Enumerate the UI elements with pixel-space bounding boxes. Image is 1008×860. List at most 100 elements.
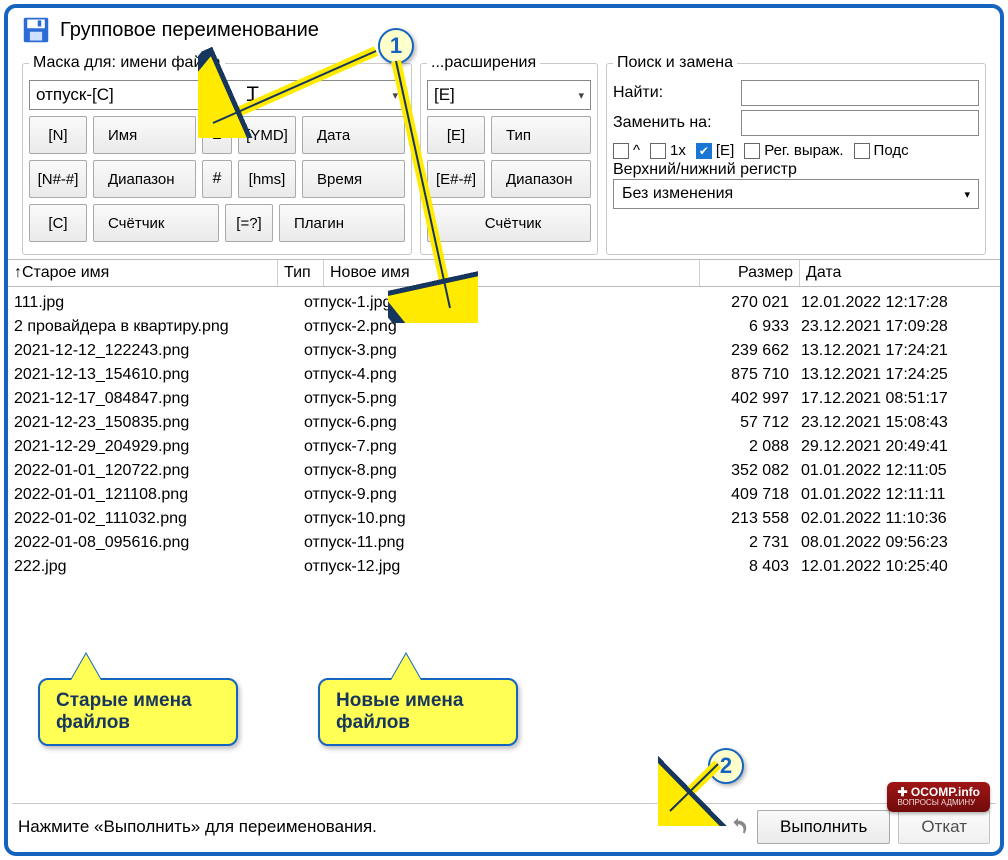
filename-mask-legend: Маска для: имени файла <box>29 54 225 72</box>
cell-new-name: отпуск-9.png <box>298 486 711 504</box>
case-label: Верхний/нижний регистр <box>613 161 979 179</box>
table-row[interactable]: 2022-01-01_121108.pngотпуск-9.png409 718… <box>8 483 1000 507</box>
titlebar: Групповое переименование <box>8 8 1000 50</box>
cell-new-name: отпуск-6.png <box>298 414 711 432</box>
cell-new-name: отпуск-12.jpg <box>298 558 711 576</box>
table-row[interactable]: 2022-01-02_111032.pngотпуск-10.png213 55… <box>8 507 1000 531</box>
table-row[interactable]: 222.jpgотпуск-12.jpg8 40312.01.2022 10:2… <box>8 555 1000 579</box>
cell-new-name: отпуск-4.png <box>298 366 711 384</box>
range-button[interactable]: Диапазон <box>93 160 196 198</box>
cell-date: 29.12.2021 20:49:41 <box>795 438 1000 456</box>
col-date[interactable]: Дата <box>800 260 1000 286</box>
table-row[interactable]: 2022-01-01_120722.pngотпуск-8.png352 082… <box>8 459 1000 483</box>
table-row[interactable]: 2022-01-08_095616.pngотпуск-11.png2 7310… <box>8 531 1000 555</box>
cell-date: 02.01.2022 11:10:36 <box>795 510 1000 528</box>
chevron-down-icon[interactable]: ▾ <box>392 89 398 102</box>
chevron-down-icon[interactable]: ▾ <box>578 89 584 102</box>
cell-size: 213 558 <box>711 510 795 528</box>
cell-date: 17.12.2021 08:51:17 <box>795 390 1000 408</box>
replace-label: Заменить на: <box>613 114 733 132</box>
cell-size: 2 088 <box>711 438 795 456</box>
plugin-button[interactable]: Плагин <box>279 204 405 242</box>
cell-date: 13.12.2021 17:24:25 <box>795 366 1000 384</box>
hash-button[interactable]: # <box>202 160 232 198</box>
filename-mask-input[interactable]: отпуск-[C] Ꮖ ▾ <box>29 80 405 110</box>
once-checkbox[interactable]: 1x <box>650 142 686 159</box>
ext-range-tag-button[interactable]: [E#-#] <box>427 160 485 198</box>
cell-size: 402 997 <box>711 390 795 408</box>
cell-size: 409 718 <box>711 486 795 504</box>
cell-size: 352 082 <box>711 462 795 480</box>
annotation-bubble-2: 2 <box>708 748 744 784</box>
caret-checkbox[interactable]: ^ <box>613 142 640 159</box>
cell-size: 57 712 <box>711 414 795 432</box>
table-row[interactable]: 2021-12-23_150835.pngотпуск-6.png57 7122… <box>8 411 1000 435</box>
extension-mask-input[interactable]: [E] ▾ <box>427 80 591 110</box>
range-tag-button[interactable]: [N#-#] <box>29 160 87 198</box>
watermark-badge: ✚ OCOMP.info ВОПРОСЫ АДМИНУ <box>887 782 990 812</box>
table-row[interactable]: 2021-12-13_154610.pngотпуск-4.png875 710… <box>8 363 1000 387</box>
cell-old-name: 111.jpg <box>8 294 298 312</box>
cell-new-name: отпуск-7.png <box>298 438 711 456</box>
col-size[interactable]: Размер <box>700 260 800 286</box>
counter-tag-button[interactable]: [C] <box>29 204 87 242</box>
counter-button[interactable]: Счётчик <box>93 204 219 242</box>
regex-checkbox[interactable]: Рег. выраж. <box>744 142 843 159</box>
filename-mask-panel: Маска для: имени файла отпуск-[C] Ꮖ ▾ [N… <box>22 54 412 255</box>
cell-old-name: 2022-01-02_111032.png <box>8 510 298 528</box>
table-row[interactable]: 2 провайдера в квартиру.pngотпуск-2.png6… <box>8 315 1000 339</box>
cell-date: 01.01.2022 12:11:05 <box>795 462 1000 480</box>
annotation-bubble-1: 1 <box>378 28 414 64</box>
save-icon <box>22 16 50 44</box>
col-new-name[interactable]: Новое имя <box>324 260 700 286</box>
plugin-tag-button[interactable]: [=?] <box>225 204 273 242</box>
find-input[interactable] <box>741 80 979 106</box>
text-cursor-icon: Ꮖ <box>247 84 260 107</box>
table-header: ↑Старое имя Тип Новое имя Размер Дата <box>8 259 1000 287</box>
cell-new-name: отпуск-2.png <box>298 318 711 336</box>
cell-new-name: отпуск-5.png <box>298 390 711 408</box>
cell-old-name: 2021-12-23_150835.png <box>8 414 298 432</box>
table-row[interactable]: 2021-12-17_084847.pngотпуск-5.png402 997… <box>8 387 1000 411</box>
time-button[interactable]: Время <box>302 160 405 198</box>
ext-counter-button[interactable]: Счётчик <box>427 204 591 242</box>
cell-new-name: отпуск-10.png <box>298 510 711 528</box>
ext-type-button[interactable]: Тип <box>491 116 591 154</box>
file-table[interactable]: 111.jpgотпуск-1.jpg270 02112.01.2022 12:… <box>8 287 1000 583</box>
app-window: Групповое переименование Маска для: имен… <box>4 4 1004 856</box>
cell-size: 239 662 <box>711 342 795 360</box>
ext-tag-button[interactable]: [E] <box>427 116 485 154</box>
chevron-down-icon[interactable]: ▾ <box>964 188 970 201</box>
table-row[interactable]: 2021-12-12_122243.pngотпуск-3.png239 662… <box>8 339 1000 363</box>
hms-tag-button[interactable]: [hms] <box>238 160 296 198</box>
status-bar: Нажмите «Выполнить» для переименования. … <box>12 803 996 844</box>
name-button[interactable]: Имя <box>93 116 196 154</box>
subst-checkbox[interactable]: Подс <box>854 142 909 159</box>
cell-old-name: 2021-12-12_122243.png <box>8 342 298 360</box>
status-text: Нажмите «Выполнить» для переименования. <box>18 817 377 837</box>
e-checkbox[interactable]: ✔[E] <box>696 142 734 159</box>
cell-old-name: 2021-12-13_154610.png <box>8 366 298 384</box>
col-type[interactable]: Тип <box>278 260 324 286</box>
table-row[interactable]: 2021-12-29_204929.pngотпуск-7.png2 08829… <box>8 435 1000 459</box>
replace-input[interactable] <box>741 110 979 136</box>
cell-date: 12.01.2022 12:17:28 <box>795 294 1000 312</box>
cell-old-name: 2021-12-29_204929.png <box>8 438 298 456</box>
rollback-button[interactable]: Откат <box>898 810 990 844</box>
cell-old-name: 2021-12-17_084847.png <box>8 390 298 408</box>
ext-range-button[interactable]: Диапазон <box>491 160 591 198</box>
search-replace-panel: Поиск и замена Найти: Заменить на: ^ 1x … <box>606 54 986 255</box>
execute-button[interactable]: Выполнить <box>757 810 890 844</box>
undo-icon[interactable] <box>727 816 749 838</box>
case-select[interactable]: Без изменения ▾ <box>613 179 979 209</box>
col-old-name[interactable]: ↑Старое имя <box>8 260 278 286</box>
table-row[interactable]: 111.jpgотпуск-1.jpg270 02112.01.2022 12:… <box>8 291 1000 315</box>
ymd-tag-button[interactable]: [YMD] <box>238 116 296 154</box>
cell-date: 13.12.2021 17:24:21 <box>795 342 1000 360</box>
date-button[interactable]: Дата <box>302 116 405 154</box>
cell-date: 08.01.2022 09:56:23 <box>795 534 1000 552</box>
name-tag-button[interactable]: [N] <box>29 116 87 154</box>
cell-date: 12.01.2022 10:25:40 <box>795 558 1000 576</box>
extension-mask-legend: ...расширения <box>427 54 540 72</box>
plusminus-button[interactable]: ± <box>202 116 232 154</box>
